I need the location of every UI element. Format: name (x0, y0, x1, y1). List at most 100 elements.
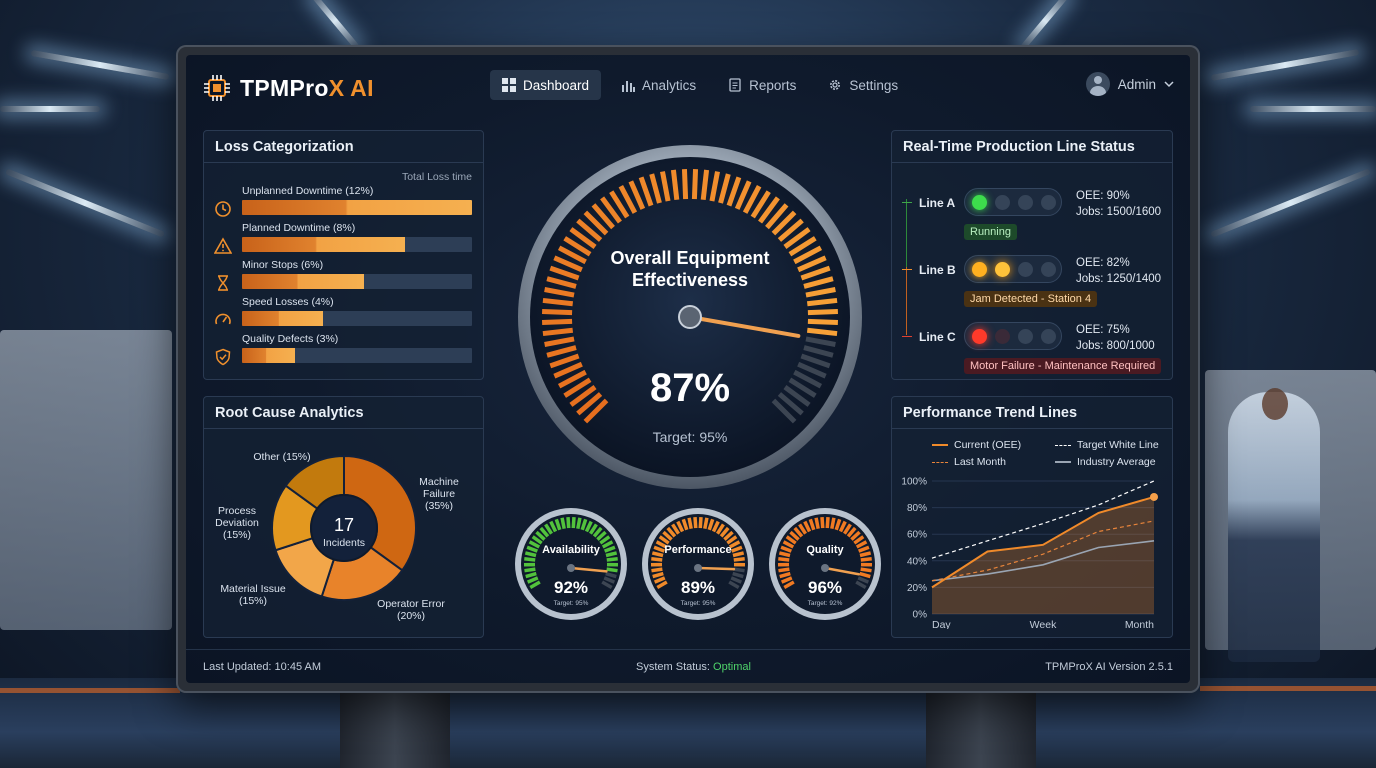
loss-bar-fill (242, 274, 364, 289)
chevron-down-icon (1164, 81, 1174, 88)
loss-row-unplanned[interactable]: Unplanned Downtime (12%) (214, 185, 474, 221)
loss-label: Unplanned Downtime (12%) (242, 185, 374, 197)
status-light-off (1018, 262, 1033, 277)
line-tick (902, 336, 912, 337)
performance-trend-panel: Performance Trend Lines Current (OEE) Ta… (891, 396, 1173, 638)
loss-bar-track (242, 274, 472, 289)
legend-swatch (932, 444, 948, 446)
loss-categorization-panel: Loss Categorization Total Loss time Unpl… (203, 130, 484, 380)
gauge-tick (807, 318, 838, 326)
panel-title: Real-Time Production Line Status (892, 131, 1172, 163)
line-tick (902, 202, 912, 203)
slice-name: Material Issue (220, 583, 286, 595)
root-cause-panel: Root Cause Analytics 17 Incidents Machin… (203, 396, 484, 638)
system-status: System Status: Optimal (636, 661, 751, 673)
kpi-target: Target: 92% (808, 600, 843, 607)
gauge-tick (542, 318, 573, 326)
nav-dashboard[interactable]: Dashboard (490, 70, 602, 100)
main-nav: Dashboard Analytics Reports Settings (490, 70, 910, 100)
y-tick-label: 20% (907, 583, 927, 594)
kpi-name: Availability (542, 544, 601, 556)
legend-swatch (1055, 444, 1071, 446)
slice-label-material-issue: Material Issue (15%) (218, 583, 288, 607)
legend-label: Last Month (954, 456, 1006, 468)
nav-reports[interactable]: Reports (716, 70, 808, 100)
legend-last-month[interactable]: Last Month (932, 456, 1006, 468)
status-light-off (1018, 329, 1033, 344)
gauge-tick (542, 327, 574, 337)
panel-title: Performance Trend Lines (892, 397, 1172, 429)
legend-swatch (932, 461, 948, 463)
status-badge: Jam Detected - Station 4 (964, 291, 1098, 307)
loss-row-speed-losses[interactable]: Speed Losses (4%) (214, 296, 474, 332)
line-oee: OEE: 82% (1076, 257, 1130, 269)
nav-analytics[interactable]: Analytics (609, 70, 708, 100)
loss-bar-track (242, 311, 472, 326)
ceiling-light (0, 106, 100, 112)
line-metrics: OEE: 75% Jobs: 800/1000 (1076, 322, 1155, 354)
performance-gauge: Performance 89% Target: 95% (642, 508, 754, 620)
line-b-row[interactable]: Line B OEE: 82% Jobs: 1250/1400 Jam Detec… (892, 249, 1172, 309)
monitor: TPMProX AI Dashboard Analytics Reports S… (176, 45, 1200, 693)
clock-icon (215, 201, 231, 217)
status-light-red (972, 329, 987, 344)
brand-logo[interactable]: TPMProX AI (202, 73, 374, 103)
ceiling-light (1210, 49, 1360, 81)
loss-row-planned[interactable]: Planned Downtime (8%) (214, 222, 474, 258)
monitor-stand (926, 690, 1036, 768)
line-jobs: Jobs: 800/1000 (1076, 340, 1155, 352)
gauge-tick (698, 516, 703, 529)
loss-label: Speed Losses (4%) (242, 296, 334, 308)
gauge-tick (830, 517, 836, 529)
status-light-off (995, 329, 1010, 344)
y-tick-label: 60% (907, 530, 927, 541)
legend-label: Industry Average (1077, 456, 1156, 468)
legend-industry[interactable]: Industry Average (1055, 456, 1156, 468)
kpi-value: 96% (808, 578, 842, 597)
line-a-row[interactable]: Line A OEE: 90% Jobs: 1500/1600 Running (892, 182, 1172, 242)
slice-label-process-deviation: Process Deviation (15%) (210, 505, 264, 541)
gauge-tick (670, 169, 680, 201)
nav-settings[interactable]: Settings (816, 70, 910, 100)
line-tick (902, 269, 912, 270)
gauge-tick (576, 517, 582, 529)
loss-row-quality-defects[interactable]: Quality Defects (3%) (214, 333, 474, 369)
gauge-tick (733, 557, 745, 562)
production-status-panel: Real-Time Production Line Status Line A … (891, 130, 1173, 380)
shield-check-icon (215, 348, 231, 366)
line-c-row[interactable]: Line C OEE: 75% Jobs: 800/1000 Motor Fail… (892, 316, 1172, 376)
status-light-off (1041, 329, 1056, 344)
nav-analytics-label: Analytics (642, 77, 697, 93)
gauge-tick (703, 517, 709, 529)
legend-current[interactable]: Current (OEE) (932, 439, 1021, 451)
y-tick-label: 40% (907, 556, 927, 567)
legend-swatch (1055, 461, 1071, 463)
gauge-tick (860, 557, 872, 562)
user-menu[interactable]: Admin (1085, 72, 1174, 96)
gauge-tick (606, 557, 618, 562)
legend-target[interactable]: Target White Line (1055, 439, 1159, 451)
line-name: Line B (919, 263, 956, 277)
brand-name-white: TPMPro (240, 74, 329, 101)
hourglass-icon (218, 275, 228, 291)
ceiling-light (1210, 168, 1371, 238)
loss-bar-track (242, 237, 472, 252)
gauge-hub (567, 564, 575, 572)
gauge-tick (691, 169, 699, 200)
oee-value: 87% (650, 366, 730, 410)
slice-label-machine-failure: Machine Failure (35%) (404, 476, 474, 512)
loss-bar-fill (242, 200, 472, 215)
oee-gauge: Overall Equipment Effectiveness 87% Targ… (518, 145, 862, 489)
ceiling-light (310, 0, 360, 50)
kpi-value: 89% (681, 578, 715, 597)
status-light-green (972, 195, 987, 210)
line-jobs: Jobs: 1250/1400 (1076, 273, 1162, 285)
gauge-tick (700, 169, 710, 201)
slice-pct: (15%) (282, 451, 311, 463)
warning-icon (214, 237, 232, 254)
loss-row-minor-stops[interactable]: Minor Stops (6%) (214, 259, 474, 295)
x-tick-label: Week (1030, 619, 1057, 629)
worker-head (1262, 388, 1288, 420)
system-status-label: System Status: (636, 661, 714, 673)
gauge-tick (693, 516, 698, 529)
